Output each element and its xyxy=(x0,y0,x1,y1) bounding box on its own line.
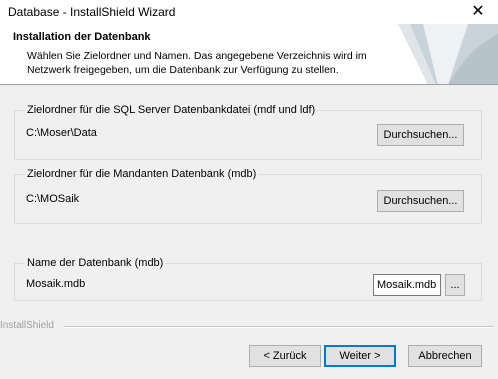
wizard-header: Installation der Datenbank Wählen Sie Zi… xyxy=(0,24,498,85)
close-icon[interactable]: ✕ xyxy=(468,2,488,22)
page-description: Wählen Sie Zielordner und Namen. Das ang… xyxy=(27,50,367,76)
footer-divider xyxy=(64,326,494,328)
database-name-value: Mosaik.mdb xyxy=(26,278,86,290)
installshield-brand: InstallShield xyxy=(0,320,54,331)
browse-sql-button[interactable]: Durchsuchen... xyxy=(377,124,464,146)
cancel-button[interactable]: Abbrechen xyxy=(408,345,482,367)
back-button[interactable]: < Zurück xyxy=(249,345,321,367)
window-title: Database - InstallShield Wizard xyxy=(8,5,176,19)
page-title: Installation der Datenbank xyxy=(13,31,151,43)
sql-folder-group: Zielordner für die SQL Server Datenbankd… xyxy=(14,104,482,160)
database-name-label: Name der Datenbank (mdb) xyxy=(25,257,166,269)
browse-mandanten-button[interactable]: Durchsuchen... xyxy=(377,190,464,212)
database-name-browse-button[interactable]: ... xyxy=(445,274,465,296)
database-name-input[interactable]: Mosaik.mdb xyxy=(373,274,441,296)
database-name-group: Name der Datenbank (mdb) Mosaik.mdb Mosa… xyxy=(14,257,482,301)
page-curl-graphic xyxy=(398,24,498,84)
sql-folder-label: Zielordner für die SQL Server Datenbankd… xyxy=(25,104,318,116)
mandanten-folder-path: C:\MOSaik xyxy=(26,193,80,205)
sql-folder-path: C:\Moser\Data xyxy=(26,127,97,139)
mandanten-folder-label: Zielordner für die Mandanten Datenbank (… xyxy=(25,168,259,180)
mandanten-folder-group: Zielordner für die Mandanten Datenbank (… xyxy=(14,168,482,224)
title-bar: Database - InstallShield Wizard ✕ xyxy=(0,0,498,24)
next-button[interactable]: Weiter > xyxy=(324,345,396,367)
